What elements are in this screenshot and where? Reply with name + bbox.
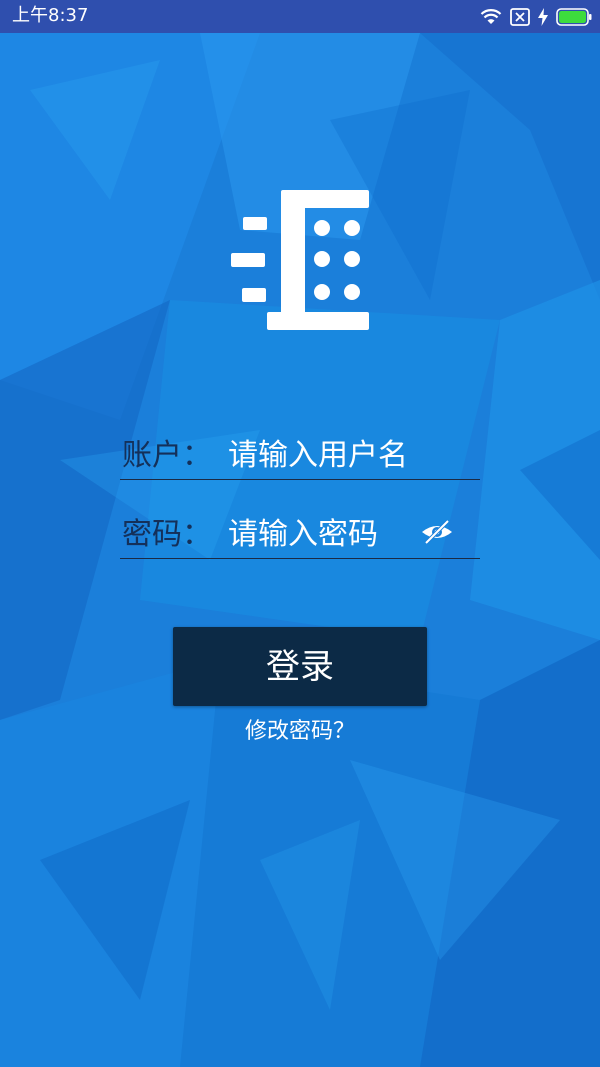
status-icons bbox=[480, 6, 592, 28]
username-input[interactable] bbox=[228, 437, 478, 475]
building-logo-icon bbox=[231, 190, 369, 330]
eye-hidden-icon[interactable] bbox=[420, 518, 454, 546]
password-field: 密码： bbox=[120, 514, 480, 559]
login-button[interactable]: 登录 bbox=[173, 627, 427, 706]
battery-icon bbox=[556, 8, 592, 26]
password-input[interactable] bbox=[228, 516, 418, 554]
account-field: 账户： bbox=[120, 435, 480, 480]
status-bar: 上午8:37 bbox=[0, 0, 600, 33]
wifi-icon bbox=[480, 9, 502, 24]
status-time: 上午8:37 bbox=[12, 5, 89, 26]
charging-icon bbox=[538, 8, 548, 26]
sim-disabled-icon bbox=[510, 8, 530, 26]
login-screen: 上午8:37 账户： 请输入用户名 密码： 登录 修改密码？ bbox=[0, 0, 600, 1067]
password-label: 密码： bbox=[122, 517, 212, 552]
change-password-link[interactable]: 修改密码？ bbox=[0, 716, 600, 748]
account-label: 账户： bbox=[122, 438, 212, 473]
